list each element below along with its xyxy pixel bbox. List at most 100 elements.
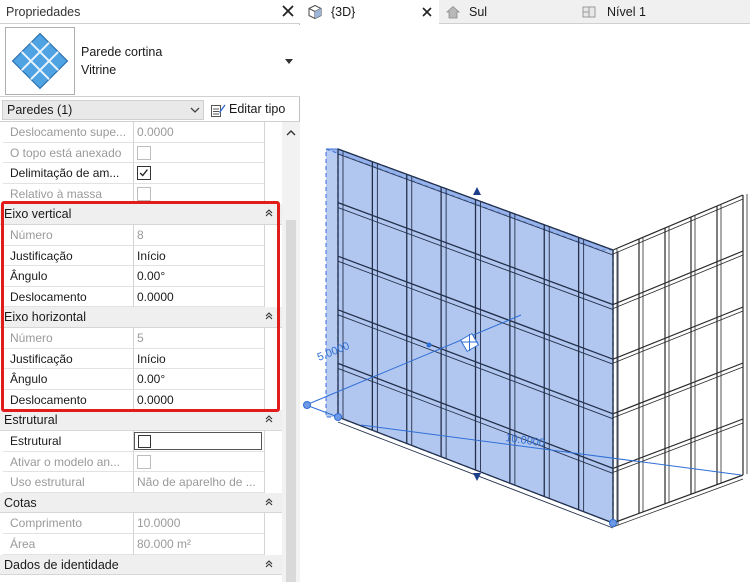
- property-name: Ângulo: [3, 369, 134, 390]
- property-group-name: Dados de identidade: [4, 557, 119, 572]
- property-name: Comprimento: [3, 513, 134, 534]
- property-group-name: Cotas: [4, 495, 37, 510]
- collapse-chevrons-icon[interactable]: [264, 497, 274, 507]
- property-checkbox: [137, 145, 151, 160]
- chevron-down-icon: [190, 107, 200, 113]
- property-row: Número 5: [0, 328, 282, 349]
- type-selector[interactable]: Parede cortina Vitrine: [0, 25, 300, 97]
- grip-dot: [426, 342, 432, 348]
- property-group-header[interactable]: Dados de identidade: [0, 554, 282, 576]
- property-value: [134, 142, 265, 164]
- property-row: Ângulo 0.00°: [0, 369, 282, 390]
- property-row: Comprimento 10.0000: [0, 513, 282, 534]
- property-checkbox-field[interactable]: [134, 432, 262, 450]
- property-row: Justificação Início: [0, 245, 282, 267]
- curtain-wall-icon: [5, 27, 75, 95]
- type-subname: Vitrine: [81, 63, 117, 77]
- close-icon[interactable]: [279, 2, 297, 20]
- filter-label: Paredes (1): [7, 103, 73, 117]
- property-name: Deslocamento: [3, 286, 134, 308]
- property-name: Ângulo: [3, 266, 134, 287]
- wall-transom: [612, 254, 744, 309]
- property-value[interactable]: 0.00°: [134, 266, 265, 287]
- collapse-chevrons-icon[interactable]: [264, 311, 274, 321]
- properties-scrollbar[interactable]: [282, 122, 300, 582]
- property-row: Ativar o modelo an...: [0, 451, 282, 473]
- properties-panel: Propriedades Parede cortina Vitrine Pare…: [0, 0, 300, 582]
- property-value[interactable]: Início: [134, 245, 265, 267]
- property-name: Uso estrutural: [3, 472, 134, 493]
- property-value[interactable]: Início: [134, 348, 265, 370]
- wall-transom: [612, 310, 744, 364]
- property-row: O topo está anexado: [0, 142, 282, 164]
- edit-type-icon: [211, 104, 226, 117]
- tab-nivel-1[interactable]: Nível 1: [581, 0, 750, 24]
- filter-row: Paredes (1) Editar tipo: [0, 98, 300, 122]
- type-name: Parede cortina: [81, 45, 163, 59]
- property-value: 8: [134, 225, 265, 246]
- property-row: Deslocamento 0.0000: [0, 286, 282, 308]
- edit-type-button[interactable]: Editar tipo: [210, 100, 298, 120]
- property-name: Justificação: [3, 245, 134, 267]
- tab-sul[interactable]: Sul: [439, 0, 581, 24]
- scroll-up-icon[interactable]: [285, 128, 297, 138]
- property-value[interactable]: 0.0000: [134, 389, 265, 411]
- property-checkbox[interactable]: [138, 435, 151, 448]
- property-value: 80.000 m²: [134, 534, 265, 555]
- property-group-header[interactable]: Eixo horizontal: [0, 307, 282, 328]
- edit-type-label: Editar tipo: [229, 102, 286, 116]
- scroll-thumb[interactable]: [286, 220, 296, 582]
- property-group-header[interactable]: Estrutural: [0, 410, 282, 431]
- 3d-viewport[interactable]: 5.0000 10.0000: [301, 25, 750, 582]
- 3d-cube-icon: [308, 4, 322, 20]
- wall-transom: [612, 306, 744, 360]
- property-row: Delimitação de am...: [0, 163, 282, 184]
- property-value: 0.0000: [134, 122, 265, 143]
- collapse-chevrons-icon[interactable]: [264, 559, 274, 569]
- floor-plan-icon: [582, 6, 596, 18]
- property-name: Número: [3, 225, 134, 246]
- dropdown-arrow-icon[interactable]: [284, 58, 294, 66]
- property-row: Ângulo 0.00°: [0, 266, 282, 287]
- property-group-header[interactable]: Eixo vertical: [0, 204, 282, 225]
- collapse-chevrons-icon[interactable]: [264, 208, 274, 218]
- property-group-name: Estrutural: [4, 413, 58, 428]
- property-name: Deslocamento: [3, 389, 134, 411]
- property-name: Área: [3, 534, 134, 555]
- property-row: Estrutural: [0, 431, 282, 452]
- property-value[interactable]: [134, 431, 265, 452]
- property-name: Delimitação de am...: [3, 163, 134, 184]
- property-value[interactable]: 0.00°: [134, 369, 265, 390]
- tab-3d[interactable]: {3D}: [301, 0, 439, 24]
- wall-transom: [612, 422, 744, 473]
- property-value: 10.0000: [134, 513, 265, 534]
- property-row: Deslocamento supe... 0.0000: [0, 122, 282, 143]
- wall-transom: [612, 362, 744, 415]
- wall-transom: [612, 194, 744, 251]
- property-row: Número 8: [0, 225, 282, 246]
- wall-transom: [612, 198, 744, 255]
- property-row: Justificação Início: [0, 348, 282, 370]
- property-checkbox[interactable]: [137, 166, 151, 181]
- element-filter-dropdown[interactable]: Paredes (1): [2, 100, 204, 120]
- properties-grid: Deslocamento supe... 0.0000 O topo está an…: [0, 122, 282, 582]
- property-value[interactable]: 0.0000: [134, 286, 265, 308]
- curtain-wall-model[interactable]: 5.000010.0000: [301, 25, 750, 582]
- collapse-chevrons-icon[interactable]: [264, 414, 274, 424]
- property-group-header[interactable]: Cotas: [0, 492, 282, 514]
- property-group-name: Eixo vertical: [4, 207, 72, 222]
- close-tab-icon[interactable]: [420, 5, 434, 19]
- tab-sul-label: Sul: [469, 5, 488, 19]
- property-name: Número: [3, 328, 134, 349]
- property-name: Deslocamento supe...: [3, 122, 134, 143]
- property-value[interactable]: [134, 163, 265, 184]
- dimension-grip: [609, 519, 617, 527]
- wall-transom: [612, 250, 744, 306]
- wall-transom: [612, 478, 744, 528]
- property-value: 5: [134, 328, 265, 349]
- property-value: [134, 183, 265, 205]
- view-tab-bar: {3D} Sul Nível 1: [301, 0, 750, 24]
- property-row: Uso estrutural Não de aparelho de ...: [0, 472, 282, 493]
- property-value: Não de aparelho de ...: [134, 472, 265, 493]
- property-group-name: Eixo horizontal: [4, 310, 86, 325]
